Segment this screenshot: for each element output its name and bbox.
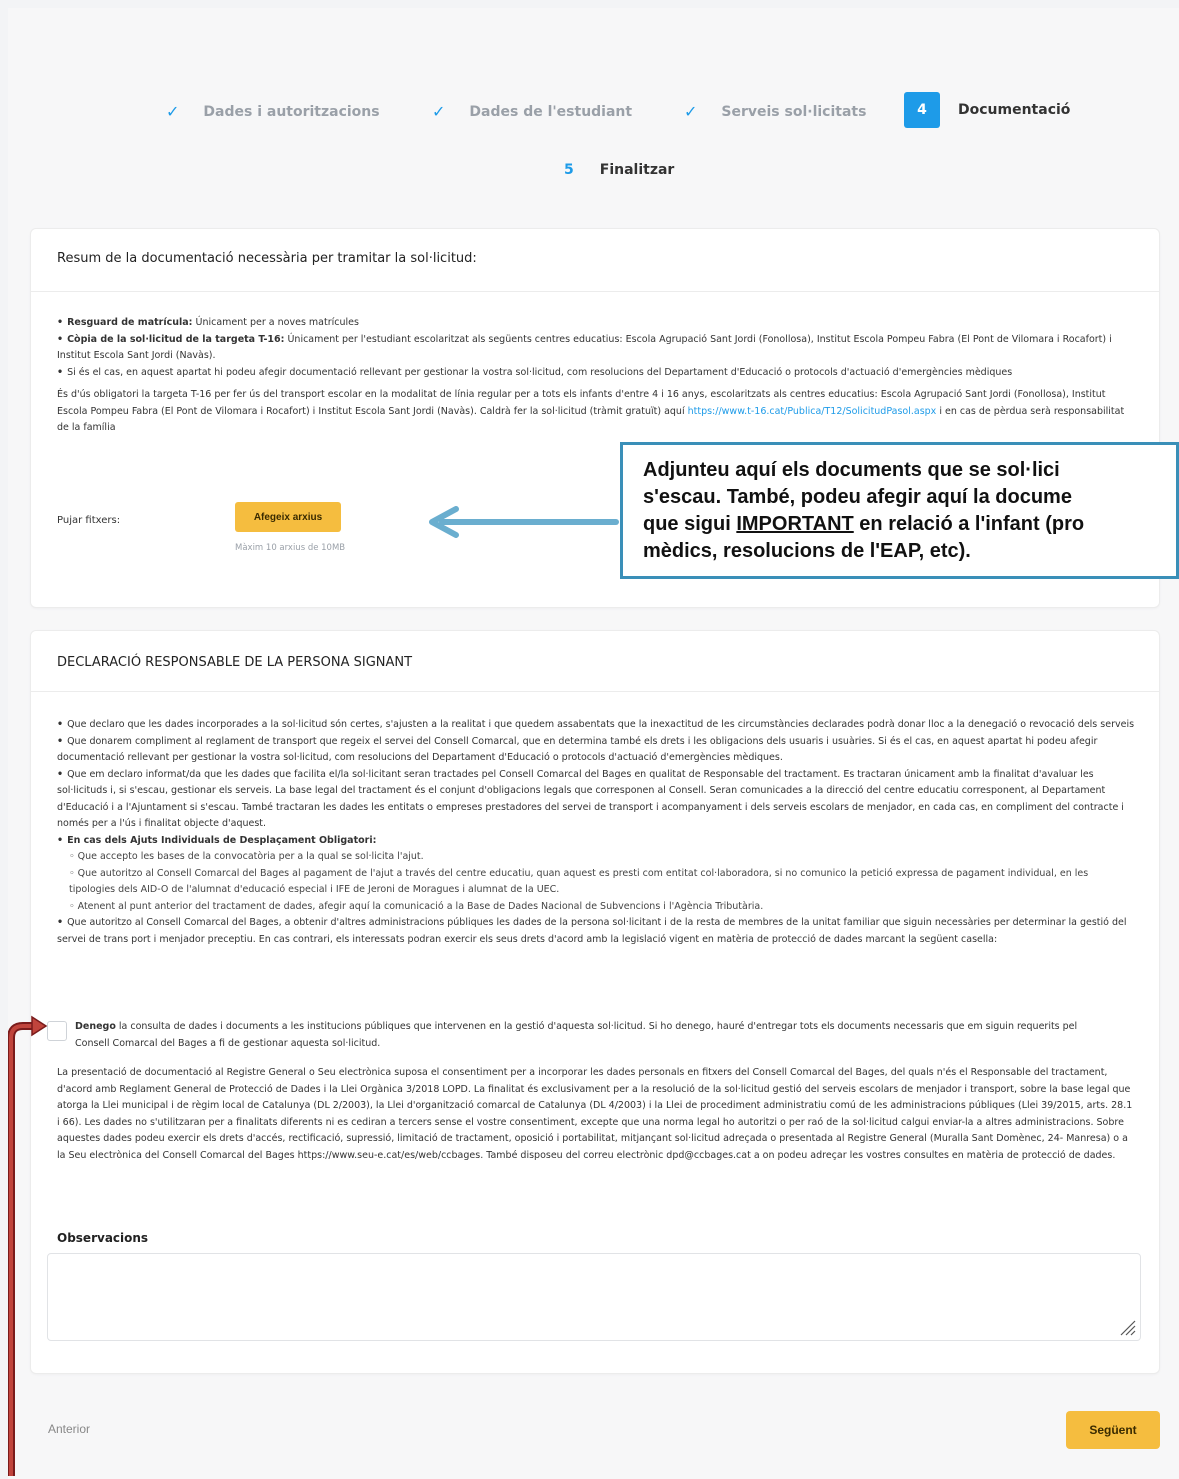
step-label: Documentació <box>958 102 1071 118</box>
check-icon: ✓ <box>432 102 446 121</box>
t16-link[interactable]: https://www.t-16.cat/Publica/T12/Solicit… <box>688 406 937 417</box>
observations-label: Observacions <box>57 1231 149 1245</box>
list-item: • Resguard de matrícula: Únicament per a … <box>57 317 359 328</box>
callout-line: s'escau. També, podeu afegir aquí la doc… <box>643 486 1072 508</box>
list-item: • Que em declaro informat/da que les dade… <box>57 768 1124 830</box>
step-number: 5 <box>564 162 574 178</box>
deny-consent-text: Denego la consulta de dades i documents … <box>75 1021 1078 1049</box>
step-3[interactable]: ✓ Serveis sol·licitats <box>684 102 866 121</box>
step-4[interactable]: 4 Documentació <box>904 92 1070 128</box>
declaration-list: • Que declaro que les dades incorporades … <box>57 717 1137 948</box>
declaration-title: DECLARACIÓ RESPONSABLE DE LA PERSONA SIG… <box>57 655 413 670</box>
documentation-body: • Resguard de matrícula: Únicament per a … <box>57 315 1137 437</box>
next-button[interactable]: Següent <box>1066 1411 1160 1449</box>
step-2[interactable]: ✓ Dades de l'estudiant <box>432 102 632 121</box>
upload-hint: Màxim 10 arxius de 10MB <box>235 543 346 553</box>
declaration-body: • Que declaro que les dades incorporades … <box>57 717 1137 948</box>
documents-list: • Resguard de matrícula: Únicament per a … <box>57 315 1137 381</box>
deny-consent-checkbox[interactable] <box>47 1021 67 1041</box>
list-item: • Que autoritzo al Consell Comarcal del B… <box>57 917 1127 945</box>
sublist-item: ◦ Que accepto les bases de la convocatòr… <box>69 851 424 862</box>
step-label: Dades de l'estudiant <box>469 103 633 120</box>
callout-line: Adjunteu aquí els documents que se sol·l… <box>643 459 1060 481</box>
callout-line: mèdics, resolucions de l'EAP, etc). <box>643 540 971 562</box>
divider <box>31 691 1159 692</box>
check-icon: ✓ <box>684 102 698 121</box>
t16-paragraph: És d'ús obligatori la targeta T-16 per f… <box>57 389 1125 433</box>
annotation-bracket <box>8 1015 48 1476</box>
divider <box>31 291 1159 292</box>
upload-label: Pujar fitxers: <box>57 515 121 526</box>
list-item: • Que declaro que les dades incorporades … <box>57 719 1135 730</box>
list-item: • Còpia de la sol·licitud de la targeta T… <box>57 333 1112 362</box>
arrow-left-icon <box>429 506 619 538</box>
step-label: Serveis sol·licitats <box>721 103 867 120</box>
observations-textarea[interactable] <box>47 1253 1141 1341</box>
check-icon: ✓ <box>166 102 180 121</box>
documentation-title: Resum de la documentació necessària per … <box>57 251 477 266</box>
add-files-button[interactable]: Afegeix arxius <box>235 502 341 532</box>
resize-handle-icon[interactable] <box>1119 1319 1137 1337</box>
privacy-paragraph: La presentació de documentació al Regist… <box>57 1067 1133 1161</box>
sublist-item: ◦ Que autoritzo al Consell Comarcal del … <box>69 867 1089 896</box>
previous-button[interactable]: Anterior <box>48 1422 90 1436</box>
declaration-card: DECLARACIÓ RESPONSABLE DE LA PERSONA SIG… <box>30 630 1160 1374</box>
callout-line: que sigui IMPORTANT en relació a l'infan… <box>643 513 1085 535</box>
list-item: • En cas dels Ajuts Individuals de Despla… <box>57 833 1137 916</box>
step-1[interactable]: ✓ Dades i autoritzacions <box>166 102 380 121</box>
step-number: 4 <box>904 92 940 128</box>
list-item: • Que donarem compliment al reglament de … <box>57 735 1098 764</box>
step-5[interactable]: 5 Finalitzar <box>564 162 674 178</box>
sublist: ◦ Que accepto les bases de la convocatòr… <box>57 849 1137 915</box>
instruction-callout: Adjunteu aquí els documents que se sol·l… <box>620 442 1179 579</box>
list-item: • Si és el cas, en aquest apartat hi pode… <box>57 366 1013 378</box>
sublist-item: ◦ Atenent al punt anterior del tractamen… <box>69 900 764 912</box>
step-label: Dades i autoritzacions <box>203 103 380 120</box>
page: ✓ Dades i autoritzacions ✓ Dades de l'es… <box>8 8 1179 1479</box>
step-label: Finalitzar <box>599 162 675 178</box>
